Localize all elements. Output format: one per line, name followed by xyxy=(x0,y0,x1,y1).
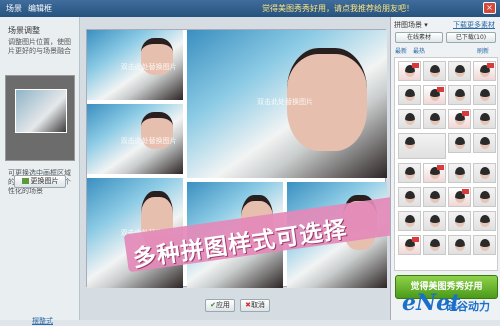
panel-title: 场景调整 xyxy=(8,26,40,35)
layout-link[interactable]: 摆整式 xyxy=(32,316,53,326)
category-hottest[interactable]: 最热 xyxy=(413,46,425,55)
recommend-link[interactable]: 觉得美图秀秀好用，请点我推荐给朋友吧！ xyxy=(262,3,414,14)
template-thumb[interactable] xyxy=(448,163,471,183)
enet-logo: eNet 硅谷动力 xyxy=(402,290,498,316)
watermark: 双击此处替换图片 xyxy=(120,136,177,145)
panel-description: 调整图片位置，使图片更好的与场景融合 xyxy=(8,38,71,55)
image-icon xyxy=(21,178,29,184)
template-thumb[interactable] xyxy=(473,235,496,255)
cancel-label: 取消 xyxy=(250,301,265,309)
tab-online[interactable]: 在线素材 xyxy=(395,32,443,43)
template-thumb[interactable] xyxy=(473,61,496,81)
photo-slot[interactable]: 双击此处替换图片 xyxy=(87,30,183,100)
watermark: 双击此处替换图片 xyxy=(120,62,177,71)
template-thumb[interactable] xyxy=(448,133,471,153)
template-thumb[interactable] xyxy=(398,109,421,129)
template-thumb[interactable] xyxy=(398,187,421,207)
template-thumb[interactable] xyxy=(423,109,446,129)
watermark: 双击此处替换图片 xyxy=(257,97,313,106)
template-thumb[interactable] xyxy=(423,61,446,81)
template-thumb[interactable] xyxy=(398,211,421,231)
photo-slot-main[interactable]: 双击此处替换图片 xyxy=(187,30,387,178)
template-thumb[interactable] xyxy=(448,235,471,255)
template-thumb[interactable] xyxy=(423,211,446,231)
replace-image-label: 更换图片 xyxy=(30,177,59,185)
template-panel: 拼图场景 ▾ 下载更多素材 在线素材 已下载(10) 最新 最热 刷新 觉得美图… xyxy=(390,17,500,320)
template-thumb[interactable] xyxy=(398,85,421,105)
template-thumb[interactable] xyxy=(473,109,496,129)
tab-downloaded-label: 已下载(10) xyxy=(455,34,487,41)
template-thumb[interactable] xyxy=(448,61,471,81)
template-thumb[interactable] xyxy=(448,211,471,231)
template-thumb[interactable] xyxy=(473,187,496,207)
apply-button[interactable]: ✔应用 xyxy=(205,299,235,312)
template-thumb[interactable] xyxy=(473,211,496,231)
template-thumb[interactable] xyxy=(398,61,421,81)
template-thumb[interactable] xyxy=(473,163,496,183)
chevron-down-icon: ▾ xyxy=(424,21,428,29)
crop-preview[interactable] xyxy=(5,75,75,161)
template-thumb[interactable] xyxy=(423,235,446,255)
category-newest[interactable]: 最新 xyxy=(395,46,407,55)
template-thumb[interactable] xyxy=(473,133,496,153)
scene-adjust-panel: 场景调整 调整图片位置，使图片更好的与场景融合 可更换选中画框区域的图片，实现更… xyxy=(0,17,80,325)
template-grid xyxy=(394,57,498,271)
logo-site: 硅谷动力 xyxy=(446,300,490,313)
canvas-area: 双击此处替换图片 双击此处替换图片 双击此处替换图片 双击此处替换图片 双击此处… xyxy=(80,17,390,320)
template-thumb[interactable] xyxy=(423,163,446,183)
template-thumb[interactable] xyxy=(448,109,471,129)
template-thumb[interactable] xyxy=(423,85,446,105)
template-thumb[interactable] xyxy=(423,187,446,207)
template-thumb[interactable] xyxy=(398,235,421,255)
menu-scene[interactable]: 场景 xyxy=(6,3,22,14)
apply-label: 应用 xyxy=(215,301,230,309)
replace-image-button[interactable]: 更换图片 xyxy=(14,175,66,188)
download-more-link[interactable]: 下载更多素材 xyxy=(453,20,495,30)
photo-slot[interactable]: 双击此处替换图片 xyxy=(87,104,183,174)
close-button[interactable]: × xyxy=(483,2,496,14)
scene-dropdown[interactable]: 拼图场景 ▾ xyxy=(394,20,428,30)
refresh-link[interactable]: 刷新 xyxy=(477,46,489,55)
crop-selection-handle[interactable] xyxy=(15,89,67,133)
template-thumb[interactable] xyxy=(398,163,421,183)
title-bar: 场景 编辑框 觉得美图秀秀好用，请点我推荐给朋友吧！ × xyxy=(0,0,500,17)
template-thumb[interactable] xyxy=(473,85,496,105)
dropdown-label: 拼图场景 xyxy=(394,21,422,29)
menu-editor[interactable]: 编辑框 xyxy=(28,3,52,14)
tab-online-label: 在线素材 xyxy=(406,34,431,41)
template-thumb[interactable] xyxy=(448,85,471,105)
template-thumb[interactable] xyxy=(448,187,471,207)
template-thumb[interactable] xyxy=(398,133,446,159)
tab-downloaded[interactable]: 已下载(10) xyxy=(446,32,496,43)
cancel-button[interactable]: ✖取消 xyxy=(240,299,270,312)
